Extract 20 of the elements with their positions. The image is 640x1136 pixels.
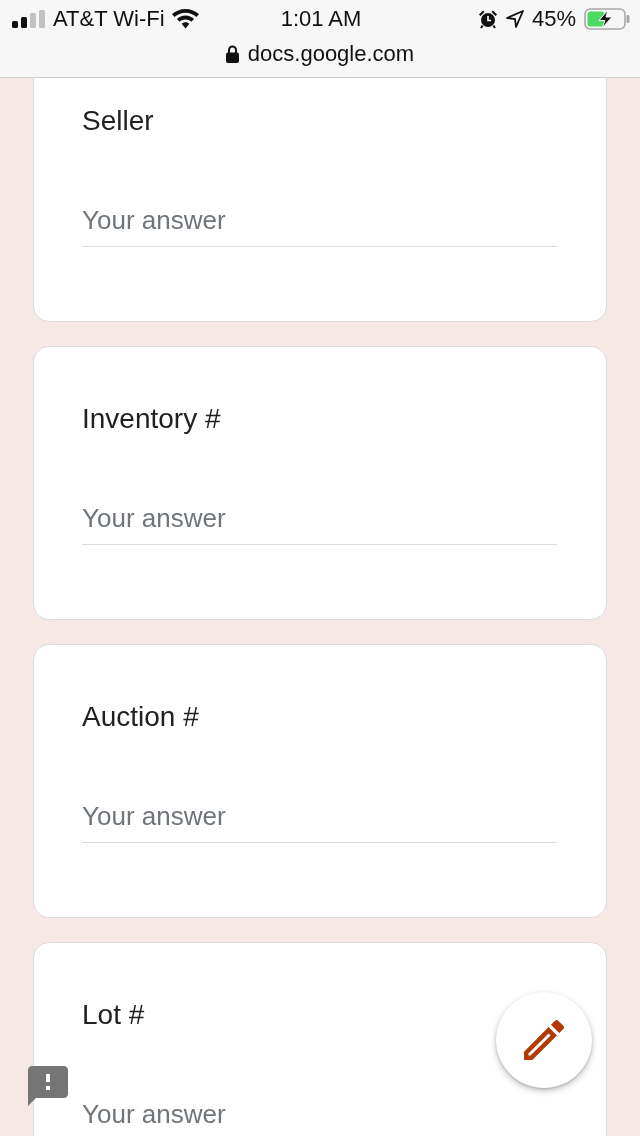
battery-percentage: 45% bbox=[531, 6, 576, 32]
signal-bars-icon bbox=[12, 10, 46, 28]
lock-icon bbox=[225, 45, 239, 63]
pencil-icon bbox=[524, 1020, 564, 1060]
battery-charging-icon bbox=[584, 8, 630, 30]
wifi-icon bbox=[171, 9, 199, 29]
question-title: Inventory # bbox=[82, 402, 222, 436]
location-arrow-icon bbox=[505, 10, 524, 28]
answer-field[interactable]: Your answer bbox=[82, 1097, 557, 1136]
question-title: Seller bbox=[82, 104, 155, 138]
question-title: Auction # bbox=[82, 700, 200, 734]
page-url[interactable]: docs.google.com bbox=[247, 41, 415, 67]
answer-field[interactable]: Your answer bbox=[82, 203, 557, 247]
feedback-icon[interactable] bbox=[28, 1066, 68, 1106]
answer-field[interactable]: Your answer bbox=[82, 799, 557, 843]
clock-time: 1:01 AM bbox=[280, 6, 362, 32]
alarm-clock-icon bbox=[477, 9, 498, 29]
carrier-label: AT&T Wi-Fi bbox=[53, 6, 165, 32]
question-title: Lot # bbox=[82, 998, 146, 1032]
answer-field[interactable]: Your answer bbox=[82, 501, 557, 545]
